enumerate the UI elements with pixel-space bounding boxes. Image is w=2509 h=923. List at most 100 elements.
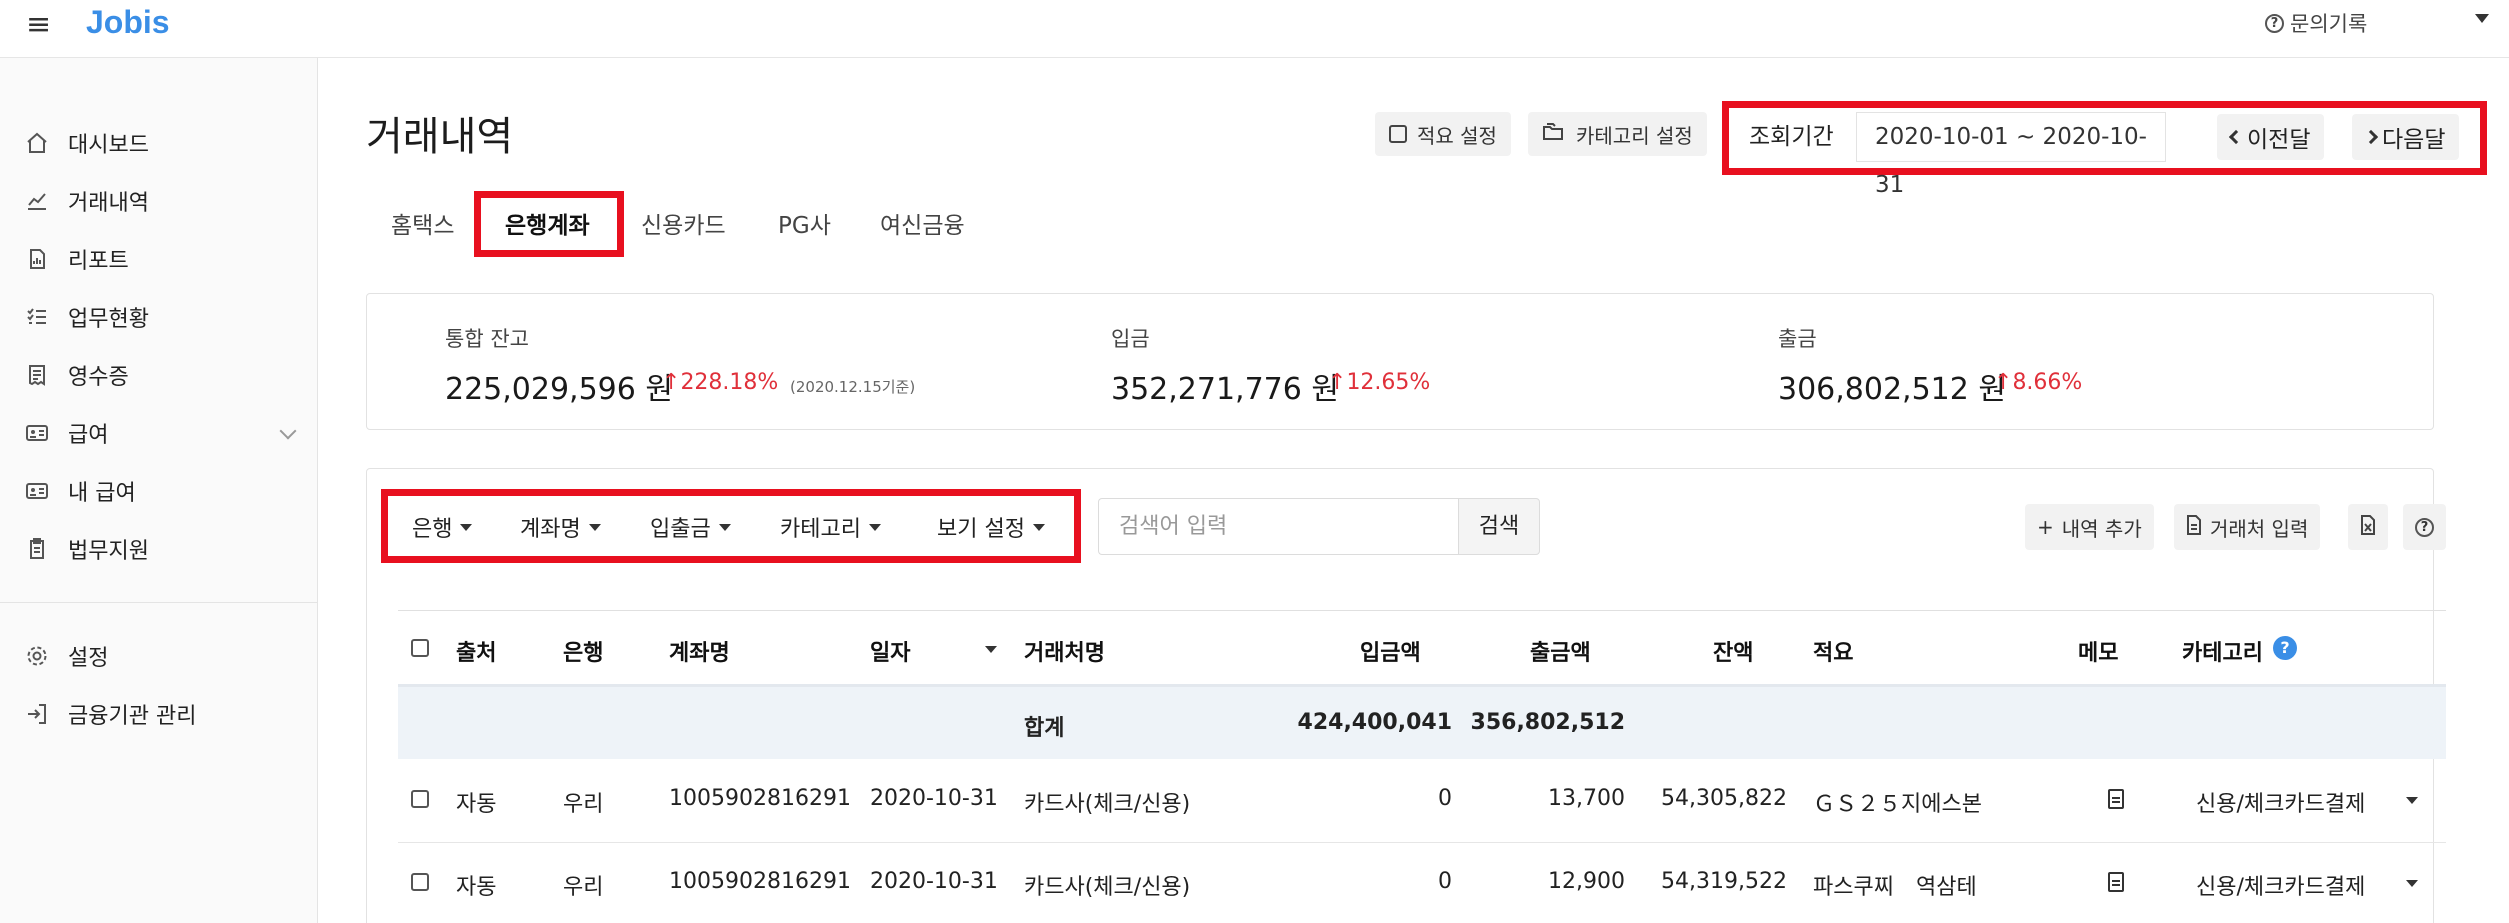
search-button[interactable]: 검색 [1458, 498, 1540, 555]
inquiry-history-link[interactable]: ? 문의기록 [2265, 8, 2367, 38]
row-deposit: 0 [1438, 869, 1452, 894]
column-header-balance: 잔액 [1713, 641, 1754, 666]
sidebar-item-my-payroll[interactable]: 내 급여 [24, 471, 304, 511]
search-input[interactable]: 검색어 입력 [1098, 498, 1458, 555]
hamburger-menu-icon[interactable]: ≡ [26, 10, 51, 40]
sidebar-item-payroll[interactable]: 급여 [24, 413, 304, 453]
home-icon [24, 130, 50, 156]
chevron-right-icon [2363, 129, 2379, 145]
tab-credit-card[interactable]: 신용카드 [641, 206, 726, 246]
account-dropdown-caret-icon[interactable] [2475, 14, 2489, 23]
plus-icon: + [2037, 515, 2054, 539]
gear-icon [24, 643, 50, 669]
previous-month-button[interactable]: 이전달 [2217, 114, 2325, 160]
help-button[interactable]: ? [2403, 504, 2446, 550]
row-source: 자동 [456, 875, 497, 900]
sidebar-item-legal-support[interactable]: 법무지원 [24, 529, 304, 569]
deposit-label: 입금 [1111, 327, 1150, 351]
previous-month-label: 이전달 [2247, 127, 2311, 153]
category-caret-icon[interactable] [2406, 797, 2418, 804]
select-all-checkbox[interactable] [411, 639, 429, 657]
account-filter-label: 계좌명 [520, 517, 581, 542]
inquiry-history-label: 문의기록 [2290, 12, 2368, 36]
chevron-down-icon[interactable] [279, 422, 297, 440]
sidebar-item-label: 리포트 [68, 249, 129, 274]
receipt-icon [24, 362, 50, 388]
excel-export-button[interactable] [2348, 504, 2388, 550]
sidebar-item-label: 법무지원 [68, 539, 149, 564]
page-title: 거래내역 [366, 114, 514, 160]
row-checkbox[interactable] [411, 873, 429, 891]
sort-caret-icon[interactable] [985, 646, 997, 653]
memo-icon[interactable] [2108, 872, 2124, 892]
row-checkbox[interactable] [411, 790, 429, 808]
deposit-change-value: 12.65% [1346, 370, 1431, 395]
balance-label: 통합 잔고 [445, 327, 529, 351]
row-date: 2020-10-31 [870, 869, 998, 894]
sidebar-item-label: 대시보드 [68, 133, 149, 158]
sidebar-item-label: 급여 [68, 423, 109, 448]
category-help-icon[interactable]: ? [2273, 636, 2297, 660]
sidebar-item-label: 거래내역 [68, 191, 149, 216]
next-month-button[interactable]: 다음달 [2352, 114, 2460, 160]
total-withdraw: 356,802,512 [1470, 710, 1625, 735]
folders-icon [1542, 122, 1566, 147]
add-entry-label: 내역 추가 [2061, 516, 2142, 541]
bank-filter-dropdown[interactable]: 은행 [412, 512, 473, 542]
sidebar-item-transactions[interactable]: 거래내역 [24, 181, 304, 221]
row-vendor[interactable]: 카드사(체크/신용) [1024, 869, 1190, 901]
memo-icon[interactable] [2108, 789, 2124, 809]
sidebar-item-work-status[interactable]: 업무현황 [24, 297, 304, 337]
memo-setting-button[interactable]: 적요 설정 [1375, 112, 1511, 156]
excel-icon [2360, 514, 2376, 540]
view-setting-label: 보기 설정 [937, 517, 1025, 542]
row-vendor[interactable]: 카드사(체크/신용) [1024, 786, 1190, 818]
table-top-border [398, 610, 2446, 611]
sidebar-item-dashboard[interactable]: 대시보드 [24, 123, 304, 163]
sidebar-item-label: 내 급여 [68, 481, 136, 506]
row-category[interactable]: 신용/체크카드결제 [2196, 869, 2365, 901]
next-month-label: 다음달 [2382, 127, 2446, 153]
row-description: 파스쿠찌 역삼테 [1813, 875, 1977, 900]
column-header-category: 카테고리 [2182, 641, 2263, 666]
row-account: 1005902816291 [669, 869, 851, 894]
row-date: 2020-10-31 [870, 786, 998, 811]
inout-filter-dropdown[interactable]: 입출금 [650, 512, 731, 542]
sidebar-item-label: 금융기관 관리 [68, 704, 197, 729]
withdraw-value: 306,802,512 원 [1778, 372, 2006, 407]
view-setting-dropdown[interactable]: 보기 설정 [937, 512, 1045, 542]
category-filter-dropdown[interactable]: 카테고리 [780, 512, 881, 542]
tab-bank-account[interactable]: 은행계좌 [505, 206, 590, 246]
category-caret-icon[interactable] [2406, 880, 2418, 887]
period-date-range-input[interactable]: 2020-10-01 ~ 2020-10-31 [1856, 112, 2166, 198]
column-header-account: 계좌명 [669, 641, 730, 666]
tab-credit-finance[interactable]: 여신금융 [880, 206, 965, 246]
caret-down-icon [1032, 523, 1045, 531]
app-logo[interactable]: Jobis [86, 4, 170, 41]
sidebar: 대시보드 거래내역 리포트 업무현황 영수증 급여 내 급여 법무지원 설정 금… [0, 58, 318, 923]
sidebar-item-receipt[interactable]: 영수증 [24, 355, 304, 395]
account-filter-dropdown[interactable]: 계좌명 [520, 512, 601, 542]
bank-filter-label: 은행 [412, 517, 453, 542]
add-entry-button[interactable]: + 내역 추가 [2025, 504, 2154, 550]
category-setting-button[interactable]: 카테고리 설정 [1528, 112, 1707, 156]
vendor-input-button[interactable]: 거래처 입력 [2174, 504, 2321, 550]
sidebar-divider [0, 602, 318, 603]
withdraw-change: ↑8.66% [1994, 370, 2083, 395]
tab-pg[interactable]: PG사 [778, 206, 831, 246]
column-header-date[interactable]: 일자 [870, 635, 910, 667]
sidebar-item-settings[interactable]: 설정 [24, 636, 304, 676]
sidebar-item-report[interactable]: 리포트 [24, 239, 304, 279]
sidebar-item-financial-institutions[interactable]: 금융기관 관리 [24, 694, 304, 734]
tab-hometax[interactable]: 홈택스 [391, 206, 454, 246]
category-setting-label: 카테고리 설정 [1576, 123, 1693, 148]
caret-down-icon [588, 523, 601, 531]
row-category[interactable]: 신용/체크카드결제 [2196, 786, 2365, 818]
question-circle-icon: ? [2265, 13, 2284, 33]
column-header-withdraw: 출금액 [1530, 641, 1591, 666]
withdraw-change-value: 8.66% [2012, 370, 2083, 395]
caret-down-icon [868, 523, 881, 531]
column-header-memo: 메모 [2078, 641, 2119, 666]
row-description: ＧＳ２５지에스본 [1813, 792, 1982, 817]
column-header-bank: 은행 [563, 641, 604, 666]
